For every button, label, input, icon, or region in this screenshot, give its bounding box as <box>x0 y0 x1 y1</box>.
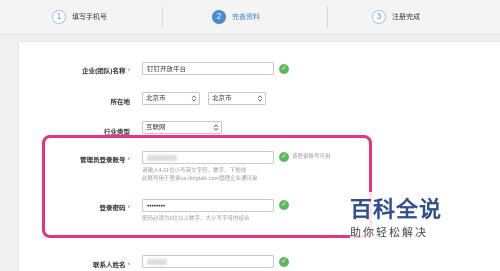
step-1-label: 填写手机号 <box>72 14 107 21</box>
location-label: 所在地 <box>110 99 131 106</box>
step-3-number: 3 <box>372 10 386 24</box>
highlight-frame <box>42 135 372 238</box>
contact-name-label: 联系人姓名 * <box>92 262 130 269</box>
step-1-number: 1 <box>52 10 66 24</box>
step-1: 1 填写手机号 <box>52 0 107 34</box>
province-value: 北京市 <box>146 95 166 102</box>
city-select[interactable]: 北京市 <box>208 92 266 105</box>
province-select[interactable]: 北京市 <box>142 92 200 105</box>
step-3: 3 注册完成 <box>372 0 420 34</box>
company-name-label: 企业(团队)名称 * <box>82 68 130 75</box>
city-value: 北京市 <box>212 95 232 102</box>
select-arrows-icon <box>191 95 197 102</box>
select-arrows-icon <box>213 124 219 131</box>
select-arrows-icon <box>257 95 263 102</box>
watermark-subtitle: 助你轻松解决 <box>350 227 428 239</box>
blurred-contact-value <box>147 259 167 266</box>
contact-ok-check-icon: ✓ <box>279 257 289 267</box>
watermark: 百科全说 助你轻松解决 <box>350 192 500 248</box>
industry-value: 互联网 <box>146 124 166 131</box>
step-3-label: 注册完成 <box>392 14 420 21</box>
step-bar: 1 填写手机号 2 完善资料 3 注册完成 <box>0 0 500 35</box>
watermark-title: 百科全说 <box>350 197 443 222</box>
contact-name-input[interactable] <box>142 255 274 268</box>
industry-select[interactable]: 互联网 <box>142 121 222 134</box>
company-name-input[interactable]: 钉钉开放平台 <box>142 62 274 75</box>
step-2: 2 完善资料 <box>212 0 260 34</box>
company-ok-check-icon: ✓ <box>279 64 289 74</box>
step-divider <box>327 6 328 28</box>
step-2-number: 2 <box>212 10 226 24</box>
step-divider <box>162 6 163 28</box>
step-2-label: 完善资料 <box>232 14 260 21</box>
